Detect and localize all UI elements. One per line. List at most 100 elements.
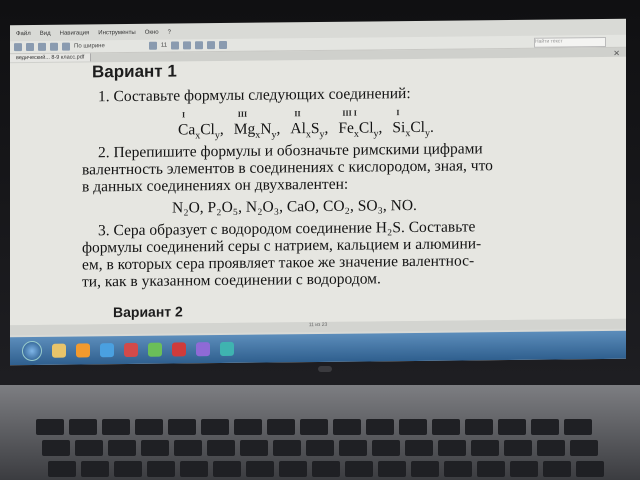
keyboard-key: [339, 440, 367, 456]
print-icon[interactable]: [38, 42, 46, 51]
keyboard-key: [465, 419, 493, 435]
keyboard-key: [102, 419, 130, 435]
app-icon[interactable]: [124, 342, 138, 358]
pdf-reader-icon[interactable]: [172, 342, 186, 357]
valence-mark: II: [294, 109, 301, 119]
keyboard-key: [48, 461, 76, 477]
menu-view[interactable]: Вид: [40, 31, 51, 41]
keyboard-key: [147, 461, 175, 477]
keyboard-key: [531, 419, 559, 435]
element-symbol: Cl: [410, 118, 425, 137]
keyboard-key: [438, 440, 466, 456]
screen: Файл Вид Навигация Инструменты Окно ? По…: [10, 18, 626, 366]
menu-help[interactable]: ?: [168, 30, 171, 40]
keyboard-key: [135, 419, 163, 435]
app-icon[interactable]: [220, 341, 234, 357]
keyboard-key: [174, 440, 202, 456]
element-symbol: Al: [290, 120, 306, 138]
separator: .: [430, 118, 434, 136]
keyboard-key: [432, 419, 460, 435]
keyboard-key: [570, 440, 598, 456]
keyboard-key: [240, 440, 268, 456]
file-tab[interactable]: ведический... 8-9 класс.pdf: [10, 53, 92, 63]
keyboard-key: [372, 440, 400, 456]
keyboard: [36, 415, 606, 480]
open-icon[interactable]: [14, 43, 22, 52]
keyboard-key: [75, 440, 103, 456]
variant-1-heading: Вариант 1: [92, 61, 177, 82]
element-symbol: Fe: [338, 119, 354, 137]
keyboard-key: [81, 461, 109, 477]
task-2-formulas: N₂O, P₂O₅, N₂O₃, CaO, CO₂, SO₃, NO.: [172, 196, 417, 217]
keyboard-key: [537, 440, 565, 456]
keyboard-key: [300, 419, 328, 435]
keyboard-key: [543, 461, 571, 477]
separator: ,: [219, 120, 224, 139]
element-symbol: N: [260, 120, 272, 138]
formula: MgxNy, III: [233, 110, 281, 141]
hand-icon[interactable]: [207, 41, 216, 50]
keyboard-key: [510, 461, 538, 477]
task-3-line-3: ем, в которых сера проявляет такое же зн…: [82, 252, 475, 274]
keyboard-key: [141, 440, 169, 456]
select-icon[interactable]: [195, 41, 204, 50]
fit-width-select[interactable]: По ширине: [74, 43, 105, 49]
keyboard-key: [498, 419, 526, 435]
keyboard-key: [333, 419, 361, 435]
keyboard-key: [168, 419, 196, 435]
save-icon[interactable]: [26, 42, 34, 52]
valence-mark: I: [396, 108, 400, 118]
keyboard-key: [279, 461, 307, 477]
element-symbol: Ca: [178, 121, 196, 139]
keyboard-key: [444, 461, 472, 477]
element-symbol: Mg: [233, 120, 256, 138]
task-1-formulas: CaxCly, I MgxNy, III AlxSy, II FexCly, III I Six…: [178, 108, 444, 142]
app-icon[interactable]: [148, 342, 162, 357]
app-icon[interactable]: [196, 342, 210, 357]
keyboard-key: [399, 419, 427, 435]
valence-mark: I: [182, 110, 186, 120]
keyboard-key: [504, 440, 532, 456]
keyboard-key: [36, 419, 64, 435]
rotate-icon[interactable]: [183, 41, 192, 50]
valence-mark: III I: [342, 108, 357, 118]
page-number-field[interactable]: 11: [161, 43, 167, 49]
search-input[interactable]: Найти текст: [534, 36, 606, 48]
element-symbol: S: [310, 119, 320, 138]
keyboard-key: [207, 440, 235, 456]
keyboard-key: [114, 461, 142, 477]
media-player-icon[interactable]: [76, 343, 90, 358]
keyboard-key: [576, 461, 604, 477]
menu-navigation[interactable]: Навигация: [60, 30, 90, 40]
variant-2-heading: Вариант 2: [113, 303, 183, 321]
laptop-logo: [318, 366, 332, 372]
task-3-line-4: ти, как в указанном соединении с водород…: [82, 270, 381, 291]
menu-window[interactable]: Окно: [145, 30, 159, 40]
explorer-icon[interactable]: [52, 343, 66, 358]
formula: AlxSy, II: [290, 109, 329, 140]
zoom-icon[interactable]: [219, 40, 228, 50]
keyboard-key: [69, 419, 97, 435]
keyboard-key: [312, 461, 340, 477]
separator: ,: [324, 119, 329, 137]
keyboard-key: [306, 440, 334, 456]
keyboard-key: [108, 440, 136, 456]
keyboard-key: [267, 419, 295, 435]
menu-file[interactable]: Файл: [16, 31, 31, 41]
browser-icon[interactable]: [100, 343, 114, 358]
keyboard-key: [477, 461, 505, 477]
keyboard-key: [180, 461, 208, 477]
zoom-in-icon[interactable]: [62, 42, 70, 51]
keyboard-key: [234, 419, 262, 435]
keyboard-key: [273, 440, 301, 456]
start-button-icon[interactable]: [22, 340, 42, 362]
next-page-icon[interactable]: [171, 41, 180, 50]
formula: CaxCly, I: [178, 110, 224, 142]
prev-page-icon[interactable]: [148, 41, 157, 50]
menu-tools[interactable]: Инструменты: [98, 30, 135, 40]
keyboard-key: [411, 461, 439, 477]
zoom-out-icon[interactable]: [50, 42, 58, 51]
valence-mark: III: [237, 109, 248, 119]
task-2-line-3: в данных соединениях он двухвалентен:: [82, 175, 349, 196]
keyboard-key: [201, 419, 229, 435]
